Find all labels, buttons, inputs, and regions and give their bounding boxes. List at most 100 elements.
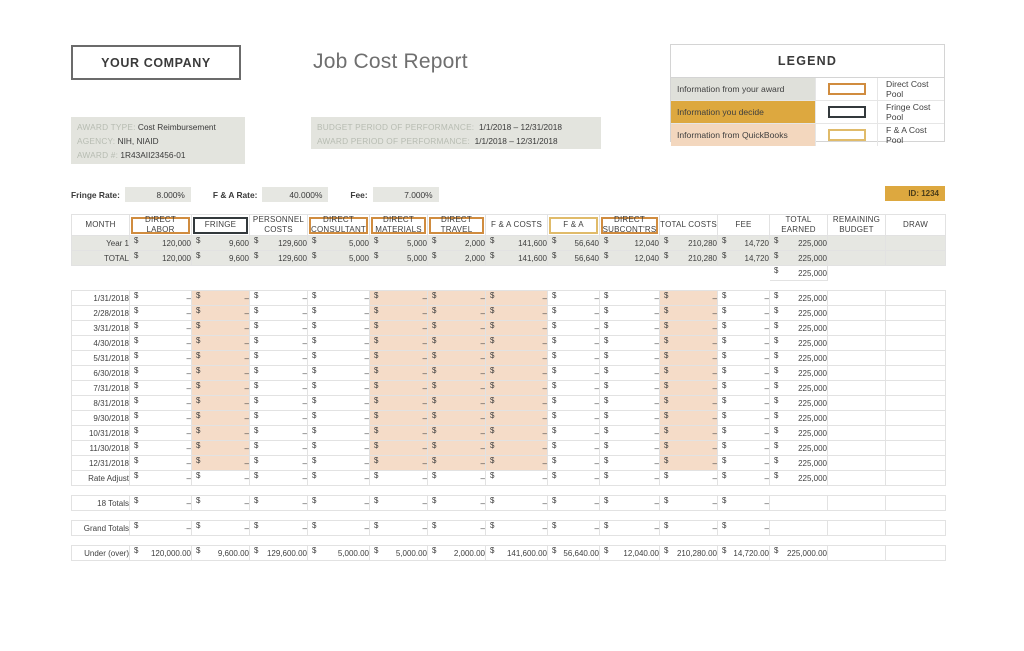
amount-cell[interactable]: $– bbox=[250, 456, 308, 471]
amount-cell[interactable]: $– bbox=[250, 381, 308, 396]
amount-cell[interactable]: $– bbox=[130, 306, 192, 321]
month-cell[interactable]: 3/31/2018 bbox=[72, 321, 130, 336]
amount-cell[interactable]: $– bbox=[428, 426, 486, 441]
amount-cell[interactable] bbox=[886, 411, 946, 426]
month-cell[interactable]: 9/30/2018 bbox=[72, 411, 130, 426]
amount-cell[interactable]: $– bbox=[718, 496, 770, 511]
amount-cell[interactable]: $– bbox=[660, 321, 718, 336]
amount-cell[interactable] bbox=[370, 266, 428, 281]
amount-cell[interactable]: $– bbox=[548, 411, 600, 426]
amount-cell[interactable] bbox=[828, 236, 886, 251]
amount-cell[interactable]: $– bbox=[600, 411, 660, 426]
amount-cell[interactable]: $– bbox=[370, 306, 428, 321]
amount-cell[interactable] bbox=[828, 521, 886, 536]
fa-rate-input[interactable]: 40.000% bbox=[262, 187, 328, 202]
amount-cell[interactable]: $– bbox=[192, 291, 250, 306]
amount-cell[interactable]: $225,000 bbox=[770, 336, 828, 351]
amount-cell[interactable]: $– bbox=[130, 441, 192, 456]
amount-cell[interactable]: $– bbox=[370, 381, 428, 396]
amount-cell[interactable]: $9,600 bbox=[192, 251, 250, 266]
amount-cell[interactable]: $– bbox=[308, 441, 370, 456]
month-cell[interactable]: 4/30/2018 bbox=[72, 336, 130, 351]
amount-cell[interactable]: $5,000 bbox=[308, 251, 370, 266]
amount-cell[interactable]: $– bbox=[192, 441, 250, 456]
amount-cell[interactable]: $– bbox=[130, 426, 192, 441]
amount-cell[interactable]: $210,280.00 bbox=[660, 546, 718, 561]
amount-cell[interactable]: $– bbox=[428, 321, 486, 336]
amount-cell[interactable]: $– bbox=[660, 351, 718, 366]
amount-cell[interactable]: $– bbox=[308, 381, 370, 396]
amount-cell[interactable] bbox=[828, 336, 886, 351]
amount-cell[interactable]: $– bbox=[660, 441, 718, 456]
month-cell[interactable]: Under (over) bbox=[72, 546, 130, 561]
amount-cell[interactable] bbox=[886, 471, 946, 486]
amount-cell[interactable]: $– bbox=[308, 411, 370, 426]
amount-cell[interactable]: $– bbox=[192, 396, 250, 411]
amount-cell[interactable]: $12,040 bbox=[600, 251, 660, 266]
amount-cell[interactable]: $– bbox=[428, 336, 486, 351]
amount-cell[interactable]: $– bbox=[192, 521, 250, 536]
amount-cell[interactable]: $– bbox=[718, 396, 770, 411]
amount-cell[interactable]: $– bbox=[370, 321, 428, 336]
amount-cell[interactable]: $– bbox=[192, 381, 250, 396]
amount-cell[interactable]: $– bbox=[600, 366, 660, 381]
amount-cell[interactable]: $– bbox=[486, 426, 548, 441]
amount-cell[interactable]: $– bbox=[660, 411, 718, 426]
amount-cell[interactable]: $– bbox=[600, 351, 660, 366]
amount-cell[interactable]: $2,000 bbox=[428, 236, 486, 251]
amount-cell[interactable]: $– bbox=[370, 456, 428, 471]
amount-cell[interactable] bbox=[718, 266, 770, 281]
amount-cell[interactable]: $– bbox=[308, 291, 370, 306]
amount-cell[interactable]: $56,640 bbox=[548, 236, 600, 251]
amount-cell[interactable]: $– bbox=[718, 381, 770, 396]
amount-cell[interactable]: $210,280 bbox=[660, 236, 718, 251]
amount-cell[interactable]: $– bbox=[600, 471, 660, 486]
amount-cell[interactable]: $– bbox=[130, 351, 192, 366]
amount-cell[interactable]: $– bbox=[718, 291, 770, 306]
amount-cell[interactable]: $– bbox=[308, 496, 370, 511]
amount-cell[interactable] bbox=[886, 381, 946, 396]
amount-cell[interactable]: $225,000 bbox=[770, 456, 828, 471]
amount-cell[interactable]: $– bbox=[600, 381, 660, 396]
amount-cell[interactable]: $225,000 bbox=[770, 351, 828, 366]
amount-cell[interactable]: $– bbox=[192, 471, 250, 486]
amount-cell[interactable]: $– bbox=[130, 411, 192, 426]
month-cell[interactable]: Year 1 bbox=[72, 236, 130, 251]
month-cell[interactable]: 2/28/2018 bbox=[72, 306, 130, 321]
amount-cell[interactable]: $– bbox=[486, 471, 548, 486]
amount-cell[interactable]: $– bbox=[718, 471, 770, 486]
amount-cell[interactable]: $– bbox=[486, 396, 548, 411]
amount-cell[interactable]: $– bbox=[486, 381, 548, 396]
amount-cell[interactable]: $– bbox=[192, 411, 250, 426]
amount-cell[interactable]: $– bbox=[130, 291, 192, 306]
amount-cell[interactable]: $129,600.00 bbox=[250, 546, 308, 561]
amount-cell[interactable]: $– bbox=[250, 321, 308, 336]
amount-cell[interactable]: $– bbox=[486, 306, 548, 321]
amount-cell[interactable]: $– bbox=[660, 471, 718, 486]
amount-cell[interactable]: $– bbox=[428, 456, 486, 471]
amount-cell[interactable]: $– bbox=[428, 411, 486, 426]
amount-cell[interactable] bbox=[828, 251, 886, 266]
amount-cell[interactable]: $– bbox=[718, 321, 770, 336]
amount-cell[interactable]: $– bbox=[250, 366, 308, 381]
amount-cell[interactable]: $– bbox=[428, 291, 486, 306]
amount-cell[interactable] bbox=[886, 456, 946, 471]
amount-cell[interactable]: $– bbox=[660, 336, 718, 351]
amount-cell[interactable] bbox=[828, 366, 886, 381]
amount-cell[interactable]: $– bbox=[548, 336, 600, 351]
amount-cell[interactable]: $– bbox=[600, 321, 660, 336]
amount-cell[interactable]: $– bbox=[718, 426, 770, 441]
amount-cell[interactable]: $– bbox=[718, 366, 770, 381]
amount-cell[interactable]: $129,600 bbox=[250, 236, 308, 251]
amount-cell[interactable]: $2,000.00 bbox=[428, 546, 486, 561]
amount-cell[interactable]: $– bbox=[718, 456, 770, 471]
amount-cell[interactable]: $– bbox=[486, 441, 548, 456]
amount-cell[interactable] bbox=[886, 321, 946, 336]
amount-cell[interactable]: $– bbox=[660, 381, 718, 396]
amount-cell[interactable]: $– bbox=[130, 496, 192, 511]
amount-cell[interactable]: $– bbox=[718, 336, 770, 351]
amount-cell[interactable]: $– bbox=[250, 336, 308, 351]
amount-cell[interactable]: $– bbox=[192, 351, 250, 366]
amount-cell[interactable] bbox=[250, 266, 308, 281]
amount-cell[interactable]: $– bbox=[486, 496, 548, 511]
